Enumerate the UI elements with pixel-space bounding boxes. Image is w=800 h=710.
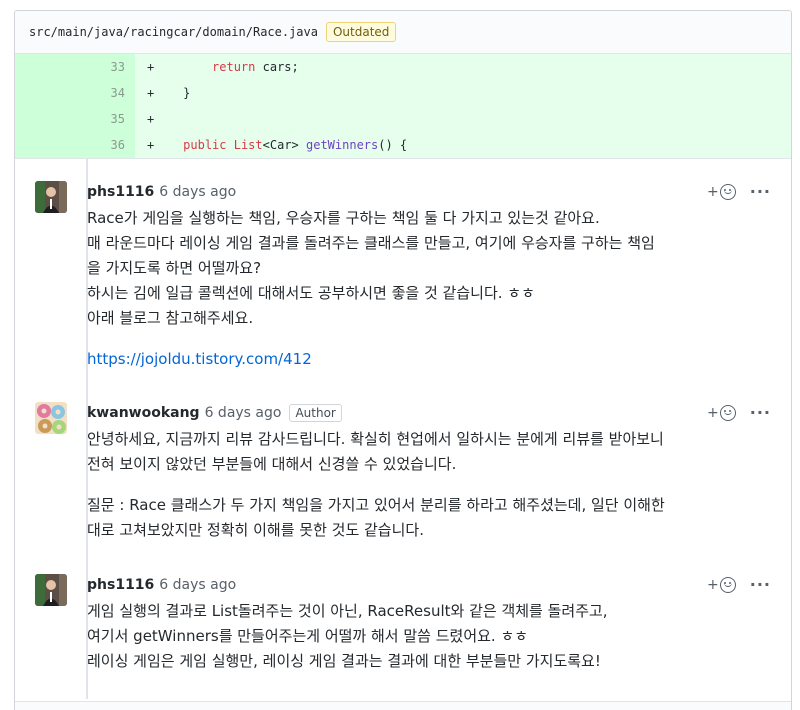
comment-header: phs1116 6 days ago	[87, 574, 771, 596]
comment-line: 질문 : Race 클래스가 두 가지 책임을 가지고 있어서 분리를 하라고 …	[87, 496, 665, 514]
comment-text: 안녕하세요, 지금까지 리뷰 감사드립니다. 확실히 현업에서 일하시는 분에게…	[87, 427, 771, 543]
diff-line: 36 + public List<Car> getWinners() {	[15, 132, 791, 158]
comment-line: 대로 고쳐보았지만 정확히 이해를 못한 것도 같습니다.	[87, 521, 424, 539]
more-options-icon[interactable]: ···	[750, 577, 771, 593]
avatar[interactable]	[35, 402, 67, 434]
comment-line: 하시는 김에 일급 콜렉션에 대해서도 공부하시면 좋을 것 같습니다. ㅎㅎ	[87, 284, 535, 302]
comment-actions: + ···	[707, 181, 771, 203]
blog-link[interactable]: https://jojoldu.tistory.com/412	[87, 350, 312, 368]
timestamp[interactable]: 6 days ago	[159, 184, 236, 200]
comment-line: 을 가지도록 하면 어떨까요?	[87, 259, 262, 277]
file-path[interactable]: src/main/java/racingcar/domain/Race.java	[29, 25, 318, 39]
avatar[interactable]	[35, 181, 67, 213]
smiley-icon	[719, 405, 736, 421]
code-line: +	[135, 106, 791, 132]
author-name[interactable]: phs1116	[87, 184, 154, 200]
comment-line: 매 라운드마다 레이싱 게임 결과를 돌려주는 클래스를 만들고, 여기에 우승…	[87, 234, 655, 252]
comment-line: 아래 블로그 참고해주세요.	[87, 309, 254, 327]
comment-header: phs1116 6 days ago	[87, 181, 771, 203]
author-name[interactable]: phs1116	[87, 577, 154, 593]
smiley-icon	[719, 577, 736, 593]
author-badge: Author	[289, 404, 342, 422]
diff-hunk: 33 + return cars; 34 + } 35 + 36 + publi…	[15, 54, 791, 159]
review-comment: kwanwookang 6 days ago Author + ··· 안녕하세…	[15, 402, 791, 552]
comment-body: phs1116 6 days ago + ··· 게임 실행의 결과로 List…	[87, 574, 771, 674]
diff-line: 35 +	[15, 106, 791, 132]
timestamp[interactable]: 6 days ago	[205, 405, 282, 421]
comment-actions: + ···	[707, 402, 771, 424]
timestamp[interactable]: 6 days ago	[159, 577, 236, 593]
review-comment: phs1116 6 days ago + ··· Race가 게임을 실행하는 …	[15, 181, 791, 371]
smiley-icon	[719, 184, 736, 200]
add-reaction-button[interactable]: +	[707, 577, 736, 593]
line-number[interactable]: 34	[15, 80, 135, 106]
code-line: + }	[135, 80, 791, 106]
comment-body: phs1116 6 days ago + ··· Race가 게임을 실행하는 …	[87, 181, 771, 372]
review-thread-panel: src/main/java/racingcar/domain/Race.java…	[14, 10, 792, 710]
comment-text: 게임 실행의 결과로 List돌려주는 것이 아닌, RaceResult와 같…	[87, 599, 771, 674]
add-reaction-button[interactable]: +	[707, 405, 736, 421]
comment-line: 안녕하세요, 지금까지 리뷰 감사드립니다. 확실히 현업에서 일하시는 분에게…	[87, 430, 664, 448]
line-number[interactable]: 33	[15, 54, 135, 80]
comment-actions: + ···	[707, 574, 771, 596]
line-number[interactable]: 36	[15, 132, 135, 158]
diff-line: 33 + return cars;	[15, 54, 791, 80]
outdated-badge: Outdated	[325, 22, 397, 42]
comment-body: kwanwookang 6 days ago Author + ··· 안녕하세…	[87, 402, 771, 543]
code-line: + public List<Car> getWinners() {	[135, 132, 791, 158]
comment-thread: phs1116 6 days ago + ··· Race가 게임을 실행하는 …	[15, 159, 791, 699]
comment-line: 전혀 보이지 않았던 부분들에 대해서 신경쓸 수 있었습니다.	[87, 455, 457, 473]
more-options-icon[interactable]: ···	[750, 405, 771, 421]
comment-line: 게임 실행의 결과로 List돌려주는 것이 아닌, RaceResult와 같…	[87, 602, 608, 620]
review-comment: phs1116 6 days ago + ··· 게임 실행의 결과로 List…	[15, 574, 791, 684]
line-number[interactable]: 35	[15, 106, 135, 132]
file-header: src/main/java/racingcar/domain/Race.java…	[15, 11, 791, 54]
comment-line: Race가 게임을 실행하는 책임, 우승자를 구하는 책임 둘 다 가지고 있…	[87, 209, 600, 227]
diff-line: 34 + }	[15, 80, 791, 106]
comment-text: Race가 게임을 실행하는 책임, 우승자를 구하는 책임 둘 다 가지고 있…	[87, 206, 771, 372]
code-line: + return cars;	[135, 54, 791, 80]
comment-line: 여기서 getWinners를 만들어주는게 어떨까 해서 말씀 드렸어요. ㅎ…	[87, 627, 529, 645]
comment-line: 레이싱 게임은 게임 실행만, 레이싱 게임 결과는 결과에 대한 부분들만 가…	[87, 652, 601, 670]
comment-header: kwanwookang 6 days ago Author	[87, 402, 771, 424]
author-name[interactable]: kwanwookang	[87, 405, 200, 421]
avatar[interactable]	[35, 574, 67, 606]
add-reaction-button[interactable]: +	[707, 184, 736, 200]
more-options-icon[interactable]: ···	[750, 184, 771, 200]
